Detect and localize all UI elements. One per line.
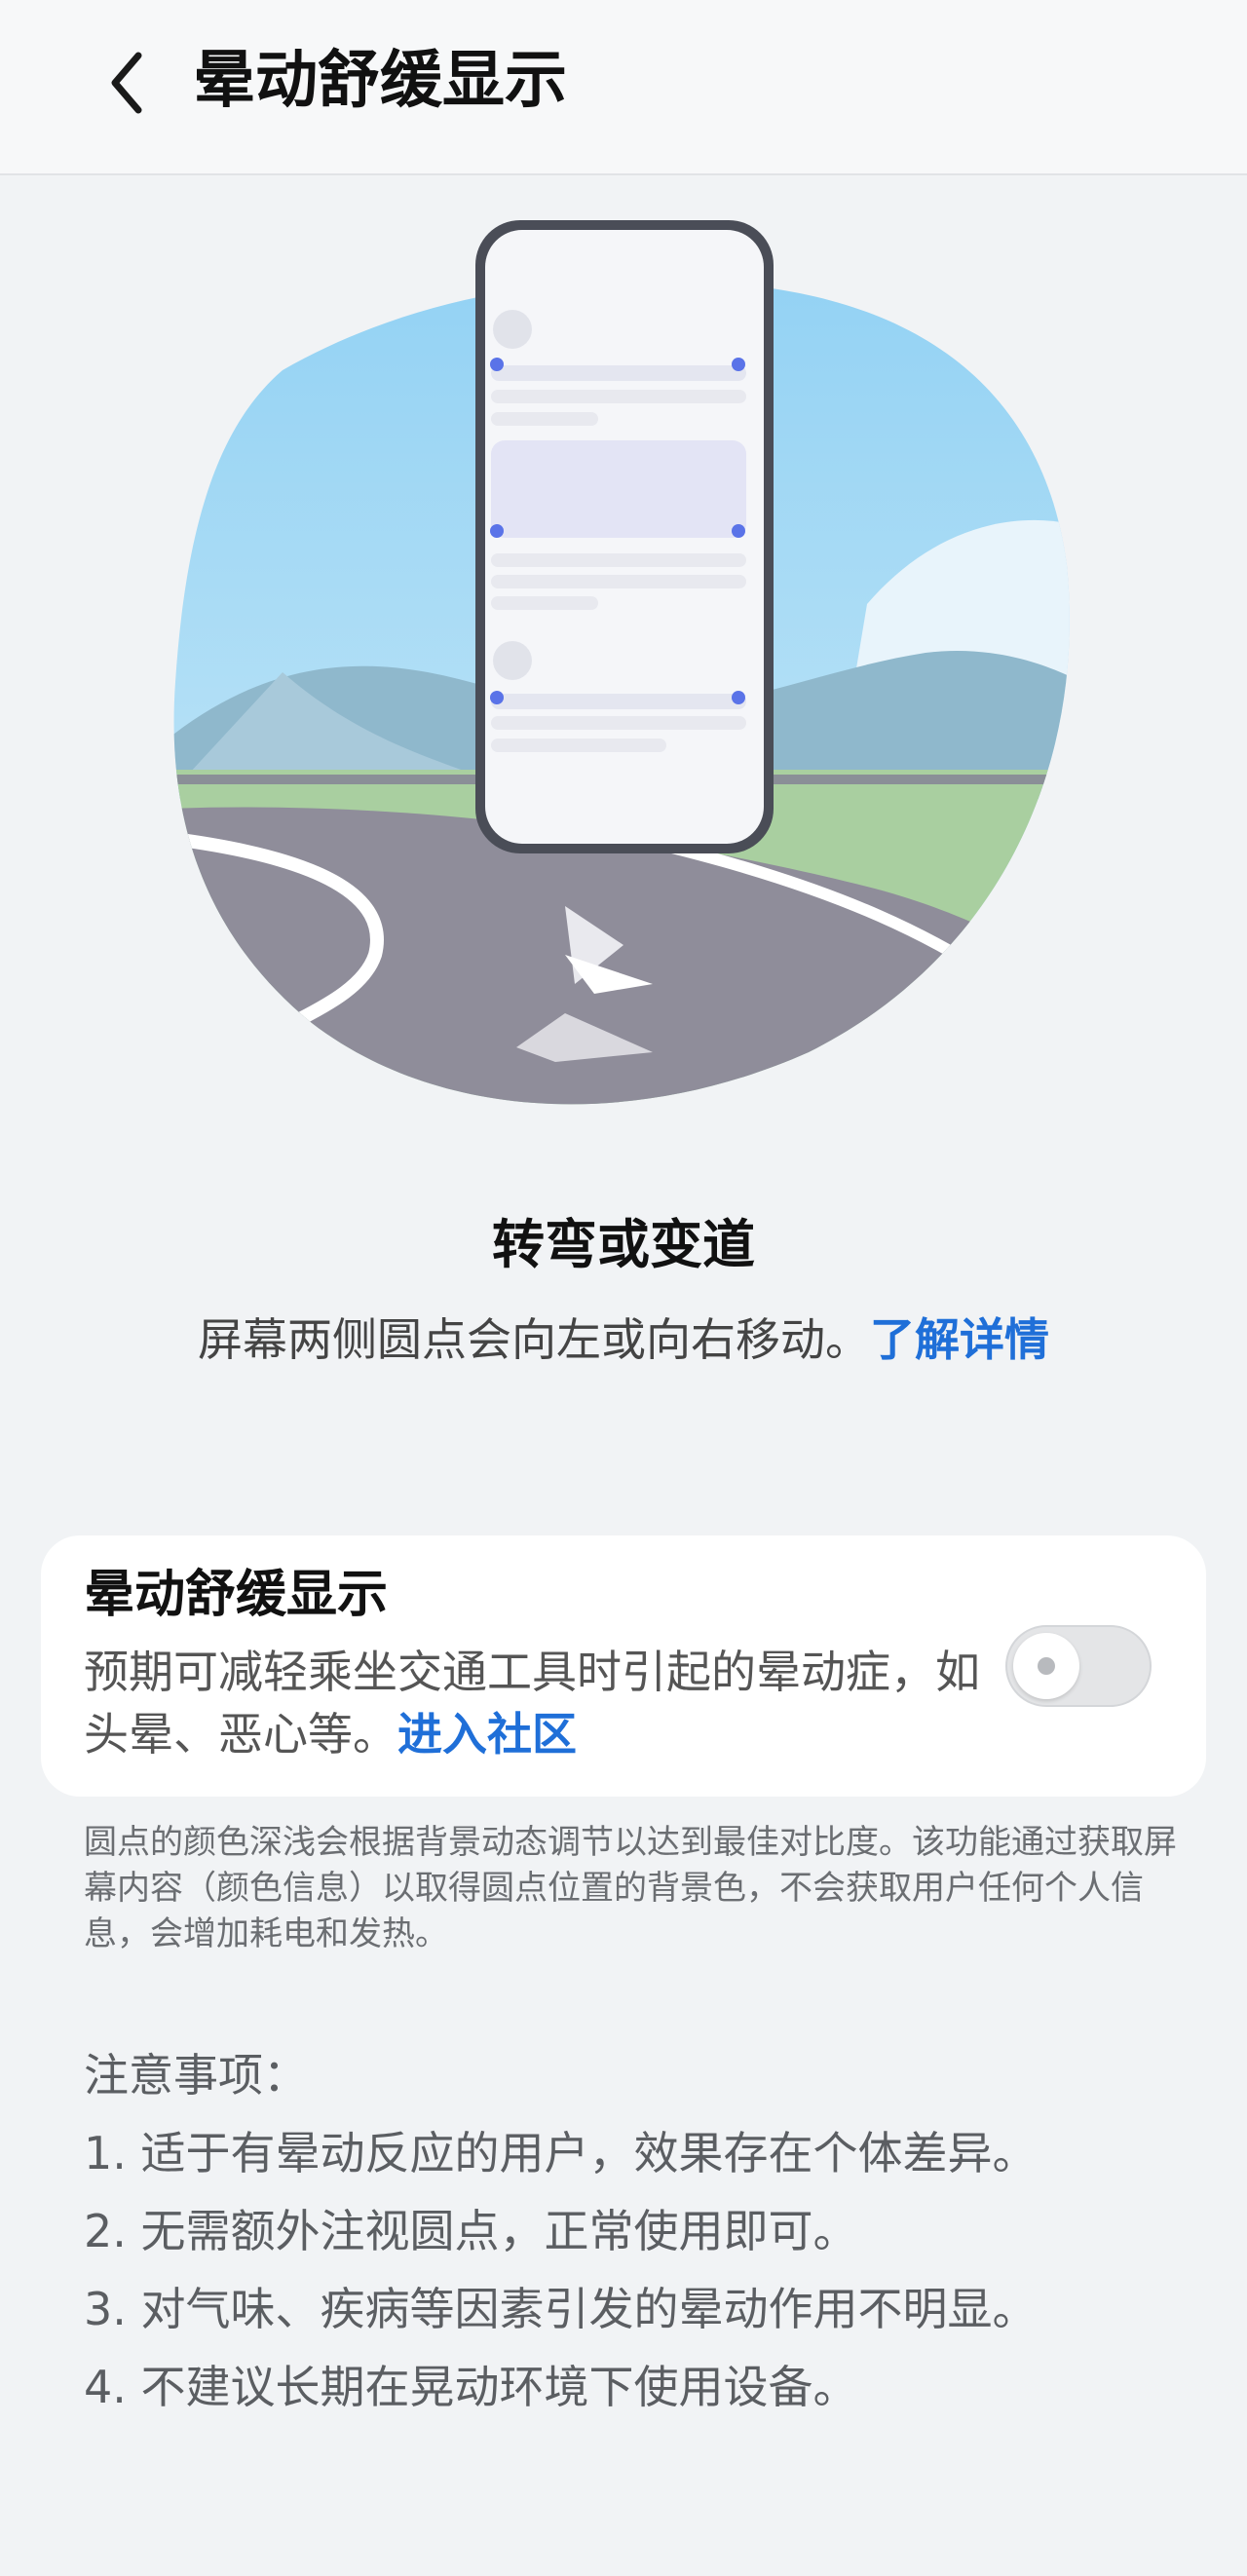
motion-comfort-toggle[interactable] [1005, 1625, 1152, 1707]
learn-more-link[interactable]: 了解详情 [870, 1313, 1049, 1366]
section-desc-text: 屏幕两侧圆点会向左或向右移动。 [198, 1313, 870, 1366]
setting-description: 预期可减轻乘坐交通工具时引起的晕动症，如头晕、恶心等。进入社区 [84, 1641, 1000, 1765]
section-description: 屏幕两侧圆点会向左或向右移动。了解详情 [0, 1306, 1247, 1374]
list-item: 4. 不建议长期在晃动环境下使用设备。 [84, 2361, 858, 2413]
chevron-left-icon [111, 52, 142, 114]
notes-list: 1. 适于有晕动反应的用户，效果存在个体差异。 2. 无需额外注视圆点，正常使用… [84, 2114, 1204, 2426]
footnote: 圆点的颜色深浅会根据背景动态调节以达到最佳对比度。该功能通过获取屏幕内容（颜色信… [84, 1823, 1177, 1953]
toggle-indicator-icon [1038, 1657, 1055, 1675]
setting-card: 晕动舒缓显示 预期可减轻乘坐交通工具时引起的晕动症，如头晕、恶心等。进入社区 [41, 1535, 1206, 1797]
list-item: 3. 对气味、疾病等因素引发的晕动作用不明显。 [84, 2283, 1038, 2335]
page-title: 晕动舒缓显示 [193, 45, 567, 117]
top-bar: 晕动舒缓显示 [0, 0, 1247, 175]
motion-illustration [166, 214, 1081, 1120]
back-button[interactable] [88, 39, 166, 127]
section-title: 转弯或变道 [492, 1214, 755, 1275]
setting-title: 晕动舒缓显示 [84, 1566, 389, 1624]
notes-heading: 注意事项： [84, 2049, 308, 2102]
community-link[interactable]: 进入社区 [397, 1708, 577, 1761]
toggle-knob [1013, 1633, 1079, 1699]
list-item: 2. 无需额外注视圆点，正常使用即可。 [84, 2205, 858, 2257]
list-item: 1. 适于有晕动反应的用户，效果存在个体差异。 [84, 2127, 1038, 2179]
